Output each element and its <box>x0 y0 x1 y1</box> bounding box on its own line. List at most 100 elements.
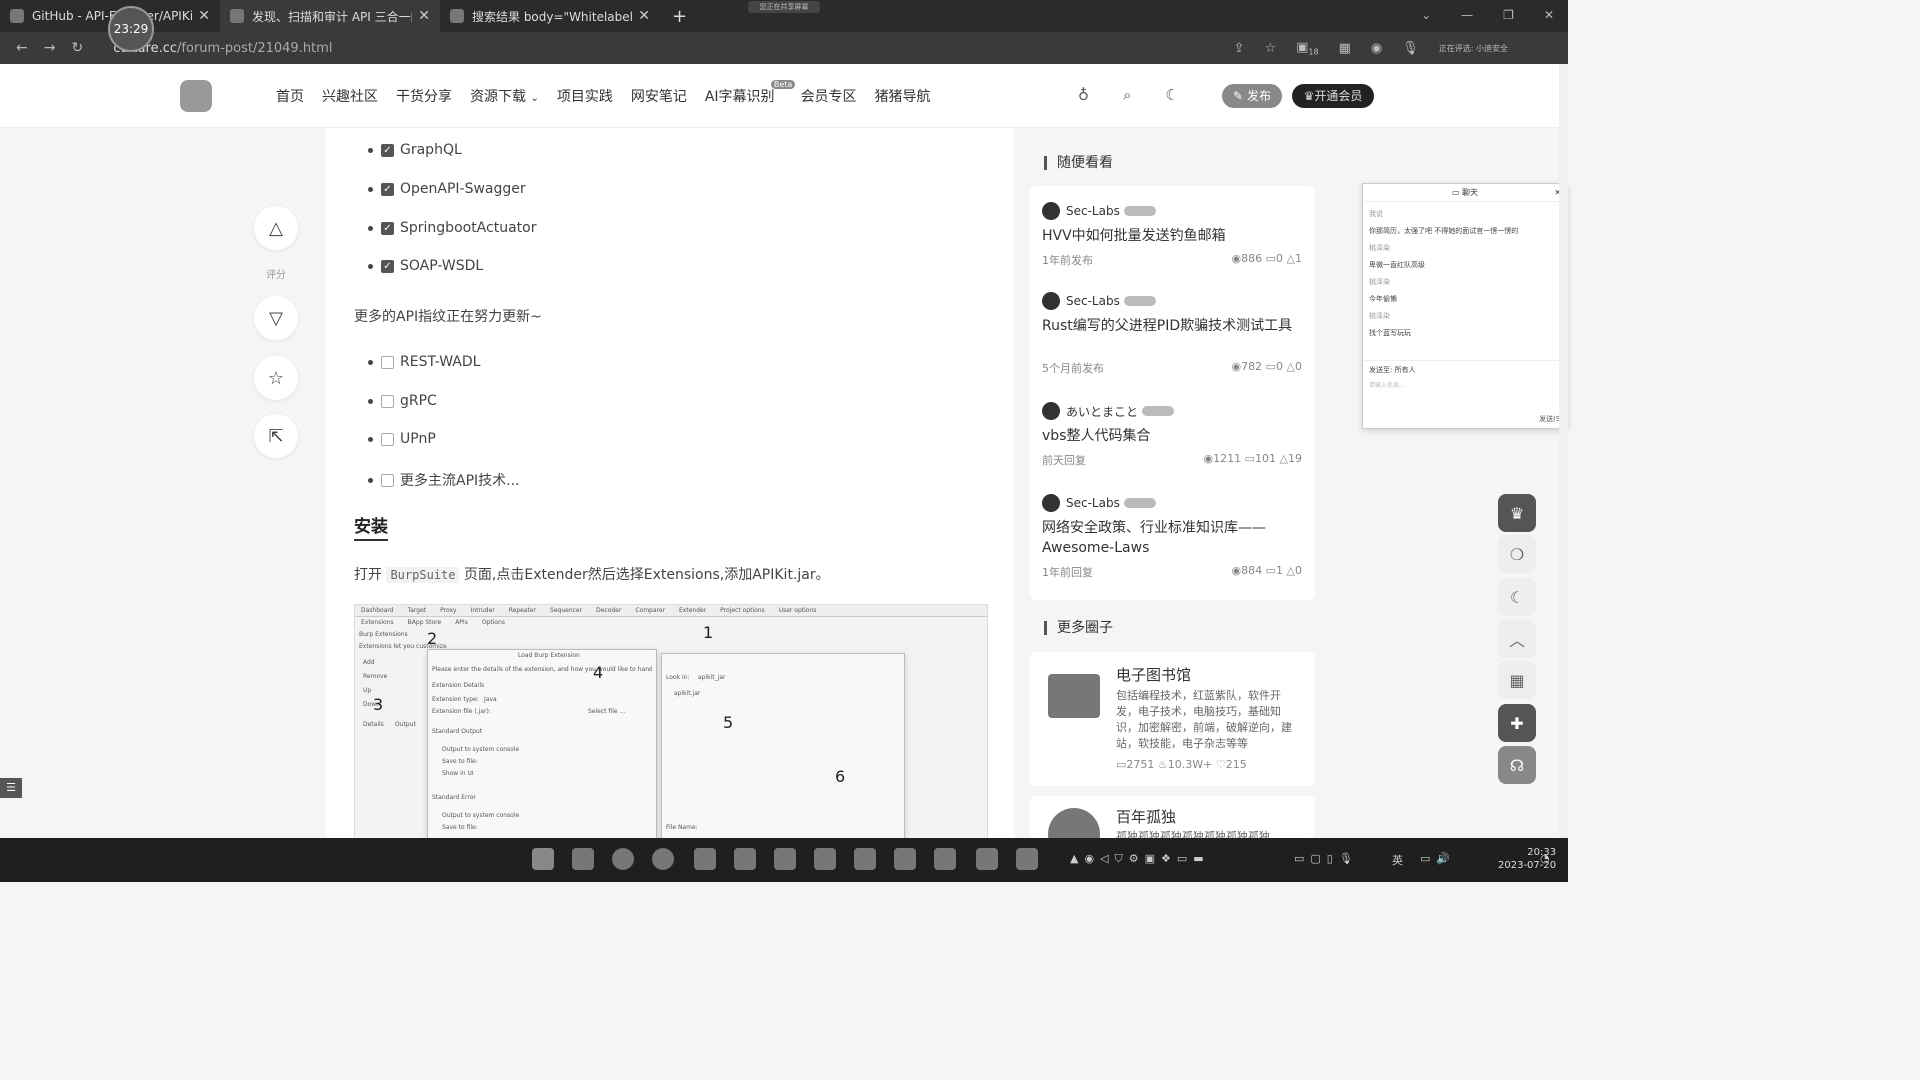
send-to-select[interactable]: 所有人 <box>1395 366 1416 374</box>
article-content: ✓ GraphQL ✓ OpenAPI-Swagger ✓ SpringbootAct… <box>326 128 1014 838</box>
restore-icon[interactable]: ❐ <box>1503 8 1514 22</box>
nav-home[interactable]: 首页 <box>276 86 304 106</box>
favorite-button[interactable]: ☆ <box>254 356 298 400</box>
app-icon[interactable] <box>694 848 716 870</box>
tab-search[interactable]: 搜索结果 body="Whitelabel Er ✕ <box>440 0 660 32</box>
checkbox-unchecked[interactable] <box>381 394 394 408</box>
close-icon[interactable]: ✕ <box>198 8 210 24</box>
nav-guide[interactable]: 猪猪导航 <box>875 86 931 106</box>
checkbox-unchecked[interactable] <box>381 473 394 487</box>
circle-card[interactable]: 电子图书馆 包括编程技术，红蓝紫队，软件开发，电子技术，电脑技巧，基础知识，加密… <box>1030 652 1315 786</box>
close-icon[interactable]: ✕ <box>638 8 650 24</box>
mic-icon[interactable]: 🎙 <box>1402 41 1419 56</box>
close-window-icon[interactable]: ✕ <box>1544 8 1554 22</box>
comment-icon: ▭ <box>1116 758 1127 771</box>
wechat-button[interactable]: ❍ <box>1498 535 1536 573</box>
share-icon[interactable]: ⇪ <box>1234 41 1245 56</box>
post-title[interactable]: Rust编写的父进程PID欺骗技术测试工具 <box>1042 316 1302 336</box>
close-icon[interactable]: ✕ <box>418 8 430 24</box>
notification-icon[interactable]: ◔ <box>1540 852 1550 865</box>
search-icon[interactable]: ⌕ <box>1123 86 1131 104</box>
share-button[interactable]: ⇱ <box>254 414 298 458</box>
forward-arrow-icon[interactable]: → <box>44 40 56 56</box>
qrcode-button[interactable]: ▦ <box>1498 661 1536 699</box>
upvote-button[interactable]: △ <box>254 206 298 250</box>
new-tab-plus-icon[interactable]: + <box>672 6 687 27</box>
app-icon[interactable] <box>976 848 998 870</box>
list-item[interactable]: Sec-Labs HVV中如何批量发送钓鱼邮箱 1年前发布 ◉886 ▭0 △1 <box>1042 202 1302 268</box>
edge-icon[interactable] <box>612 848 634 870</box>
qr-icon[interactable]: ▦ <box>1339 41 1351 56</box>
back-to-top-button[interactable]: ︿ <box>1498 620 1536 658</box>
minimize-icon[interactable]: — <box>1461 8 1473 22</box>
start-icon[interactable] <box>532 848 554 870</box>
nav-vip[interactable]: 会员专区 <box>801 86 857 106</box>
nav-community[interactable]: 兴趣社区 <box>322 86 378 106</box>
nav-download-label: 资源下载 <box>470 89 526 105</box>
page-scrollbar[interactable] <box>1559 64 1568 838</box>
app-icon[interactable] <box>894 848 916 870</box>
input-language[interactable]: 英 <box>1392 852 1403 868</box>
nav-projects[interactable]: 项目实践 <box>557 86 613 106</box>
nav-notes[interactable]: 网安笔记 <box>631 86 687 106</box>
chat-input[interactable]: 请输入信息... <box>1369 380 1405 389</box>
app-icon[interactable] <box>774 848 796 870</box>
add-button[interactable]: ✚ <box>1498 704 1536 742</box>
support-button[interactable]: ☊ <box>1498 746 1536 784</box>
vip-label: 开通会员 <box>1314 89 1363 103</box>
system-tray-icons[interactable]: ▲◉◁⛉⚙▣❖▭▬ <box>1070 852 1210 866</box>
nav-share[interactable]: 干货分享 <box>396 86 452 106</box>
browser-icon[interactable] <box>652 848 674 870</box>
tab-article[interactable]: 发现、扫描和审计 API 三合一的 ✕ <box>220 0 440 32</box>
reload-icon[interactable]: ↻ <box>71 40 83 56</box>
avatar <box>1042 402 1060 420</box>
downvote-button[interactable]: ▽ <box>254 296 298 340</box>
checkbox-unchecked[interactable] <box>381 432 394 446</box>
file-explorer-icon[interactable] <box>572 848 594 870</box>
back-arrow-icon[interactable]: ← <box>16 40 28 56</box>
crown-icon: ♛ <box>1509 503 1525 523</box>
checkbox-checked[interactable]: ✓ <box>381 221 394 235</box>
list-item[interactable]: Sec-Labs Rust编写的父进程PID欺骗技术测试工具 5个月前发布 ◉78… <box>1042 292 1302 376</box>
bookmark-star-icon[interactable]: ☆ <box>1264 41 1276 56</box>
network-volume-icons[interactable]: ▭🔊 <box>1420 852 1456 865</box>
vip-crown-button[interactable]: ♛ <box>1498 494 1536 532</box>
vip-button[interactable]: ♛开通会员 <box>1292 84 1374 108</box>
terminal-icon[interactable] <box>854 848 876 870</box>
list-item: UPnP <box>368 431 436 447</box>
checkbox-checked[interactable]: ✓ <box>381 259 394 273</box>
toolbar-actions: ⇪ ☆ ▣18 ▦ ◉ 🎙 正在评选: 小迪安全 <box>1234 40 1508 57</box>
lightbulb-icon[interactable]: ♁ <box>1078 86 1089 104</box>
list-item[interactable]: あいとまこと vbs整人代码集合 前天回复 ◉1211 ▭101 △19 <box>1042 402 1302 468</box>
moon-icon: ☾ <box>1509 587 1525 607</box>
list-item[interactable]: Sec-Labs 网络安全政策、行业标准知识库——Awesome-Laws 1年… <box>1042 494 1302 580</box>
external-share-icon: ⇱ <box>268 425 284 447</box>
level-badge <box>1123 206 1156 216</box>
dark-mode-button[interactable]: ☾ <box>1498 578 1536 616</box>
toc-toggle[interactable]: ☰ <box>0 778 22 798</box>
app-icon[interactable] <box>1016 848 1038 870</box>
tray-status-icons[interactable]: ▭▢▯🎙 <box>1294 852 1359 865</box>
post-title[interactable]: HVV中如何批量发送钓鱼邮箱 <box>1042 226 1302 246</box>
checkbox-checked[interactable]: ✓ <box>381 143 394 157</box>
publish-button[interactable]: ✎ 发布 <box>1222 84 1282 108</box>
burp-menu: Dashboard Target Proxy Intruder Repeater Sequ… <box>355 605 987 617</box>
app-icon[interactable] <box>734 848 756 870</box>
app-icon[interactable] <box>934 848 956 870</box>
nav-ai-subtitle[interactable]: AI字幕识别 Beta <box>705 80 796 106</box>
checkbox-checked[interactable]: ✓ <box>381 182 394 196</box>
tab-list-chevron-icon[interactable]: ⌄ <box>1421 8 1431 22</box>
app-icon[interactable] <box>814 848 836 870</box>
github-icon <box>10 9 24 23</box>
post-title[interactable]: 网络安全政策、行业标准知识库——Awesome-Laws <box>1042 518 1302 558</box>
circle-name[interactable]: 百年孤独 <box>1116 806 1176 827</box>
site-logo[interactable] <box>180 80 212 112</box>
extension-icon[interactable]: ▣18 <box>1296 40 1318 57</box>
checkbox-unchecked[interactable] <box>381 355 394 369</box>
nav-download[interactable]: 资源下载 ⌄ <box>470 86 539 106</box>
moon-icon[interactable]: ☾ <box>1165 86 1178 104</box>
post-title[interactable]: vbs整人代码集合 <box>1042 426 1302 446</box>
profile-icon[interactable]: ◉ <box>1371 41 1382 56</box>
circle-card[interactable]: 百年孤独 孤独孤独孤独孤独孤独孤独孤独 <box>1030 796 1315 838</box>
circle-name[interactable]: 电子图书馆 <box>1116 664 1191 685</box>
